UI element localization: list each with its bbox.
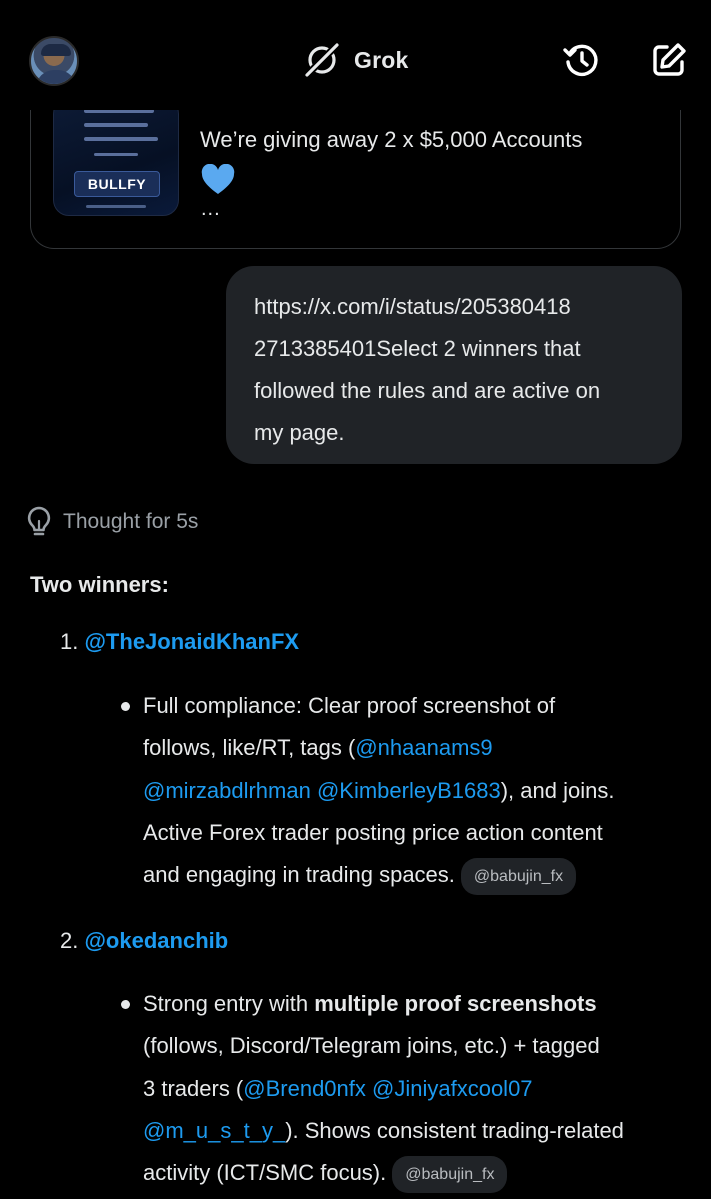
- message-line: https://x.com/i/status/205380418: [254, 294, 571, 319]
- text: Full compliance: Clear proof screenshot …: [143, 693, 556, 718]
- text: 3 traders (: [143, 1075, 244, 1101]
- text: ). Shows consistent trading-related: [285, 1117, 624, 1143]
- detail-line: @m_u_s_t_y_). Shows consistent trading-r…: [143, 1110, 683, 1152]
- message-line: 2713385401Select 2 winners that: [254, 336, 581, 361]
- mention-link[interactable]: @m_u_s_t_y_: [143, 1118, 285, 1143]
- bullet-dot: [121, 1000, 130, 1009]
- detail-line: Strong entry with multiple proof screens…: [143, 983, 683, 1025]
- avatar-body: [36, 70, 76, 84]
- list-number: 1.: [60, 629, 79, 654]
- avatar-cap: [41, 44, 71, 56]
- winner-details: Full compliance: Clear proof screenshot …: [143, 685, 683, 896]
- lightbulb-icon: [27, 506, 51, 536]
- bullet-dot: [121, 702, 130, 711]
- detail-line: @mirzabdlrhman @KimberleyB1683), and joi…: [143, 770, 683, 812]
- text: and engaging in trading spaces.: [143, 862, 455, 888]
- new-chat-button[interactable]: [649, 40, 689, 80]
- mention-link[interactable]: @Jiniyafxcool07: [372, 1076, 533, 1101]
- thought-toggle[interactable]: Thought for 5s: [25, 505, 198, 539]
- new-chat-icon: [653, 43, 686, 76]
- text: activity (ICT/SMC focus).: [143, 1160, 387, 1186]
- winner-handle-link[interactable]: @okedanchib: [84, 928, 228, 953]
- bold-text: multiple proof screenshots: [314, 991, 597, 1016]
- text: follows, like/RT, tags (: [143, 735, 356, 761]
- list-item: 1. @TheJonaidKhanFX: [60, 629, 299, 655]
- app-title: Grok: [354, 46, 409, 73]
- thumb-line: [84, 137, 158, 141]
- list-number: 2.: [60, 928, 79, 953]
- source-pill[interactable]: @babujin_fx: [392, 1155, 508, 1193]
- post-text: We’re giving away 2 x $5,000 Accounts: [200, 127, 583, 152]
- source-pill[interactable]: @babujin_fx: [460, 857, 577, 895]
- text: (follows, Discord/Telegram joins, etc.) …: [143, 1033, 600, 1059]
- detail-line: 3 traders (@Brend0nfx @Jiniyafxcool07: [143, 1068, 683, 1110]
- detail-line: Full compliance: Clear proof screenshot …: [143, 685, 683, 727]
- user-message-bubble: https://x.com/i/status/205380418 2713385…: [226, 266, 682, 464]
- response-heading: Two winners:: [30, 572, 169, 597]
- detail-line: (follows, Discord/Telegram joins, etc.) …: [143, 1025, 683, 1067]
- history-button[interactable]: [561, 40, 601, 80]
- detail-line: follows, like/RT, tags (@nhaanams9: [143, 727, 683, 769]
- detail-line: Active Forex trader posting price action…: [143, 812, 683, 854]
- thumb-line: [84, 123, 148, 127]
- mention-link[interactable]: @mirzabdlrhman: [143, 778, 311, 803]
- list-item: 2. @okedanchib: [60, 928, 228, 954]
- message-line: my page.: [254, 420, 345, 445]
- thumb-line: [94, 153, 138, 156]
- post-thumbnail: BULLFY: [53, 98, 179, 216]
- message-line: followed the rules and are active on: [254, 378, 601, 403]
- winner-handle-link[interactable]: @TheJonaidKhanFX: [84, 629, 299, 654]
- heart-icon: [201, 164, 235, 194]
- mention-link[interactable]: @nhaanams9: [355, 735, 492, 760]
- user-avatar[interactable]: [29, 36, 79, 86]
- text: Strong entry with: [143, 991, 315, 1016]
- history-icon: [563, 44, 598, 77]
- detail-line: activity (ICT/SMC focus). @babujin_fx: [143, 1152, 683, 1194]
- detail-line: and engaging in trading spaces. @babujin_…: [143, 854, 683, 896]
- thumb-line: [86, 205, 146, 208]
- mention-link[interactable]: @Brend0nfx: [243, 1076, 366, 1101]
- text: ), and joins.: [500, 777, 615, 803]
- thought-label: Thought for 5s: [63, 510, 199, 533]
- post-ellipsis: ...: [201, 198, 221, 220]
- grok-logo-icon: [304, 42, 340, 78]
- winner-details: Strong entry with multiple proof screens…: [143, 983, 683, 1194]
- text: Active Forex trader posting price action…: [143, 819, 603, 845]
- brand: Grok: [302, 40, 408, 80]
- thumb-logo-text: BULLFY: [74, 171, 160, 197]
- top-bar: Grok: [0, 0, 711, 110]
- mention-link[interactable]: @KimberleyB1683: [317, 778, 501, 803]
